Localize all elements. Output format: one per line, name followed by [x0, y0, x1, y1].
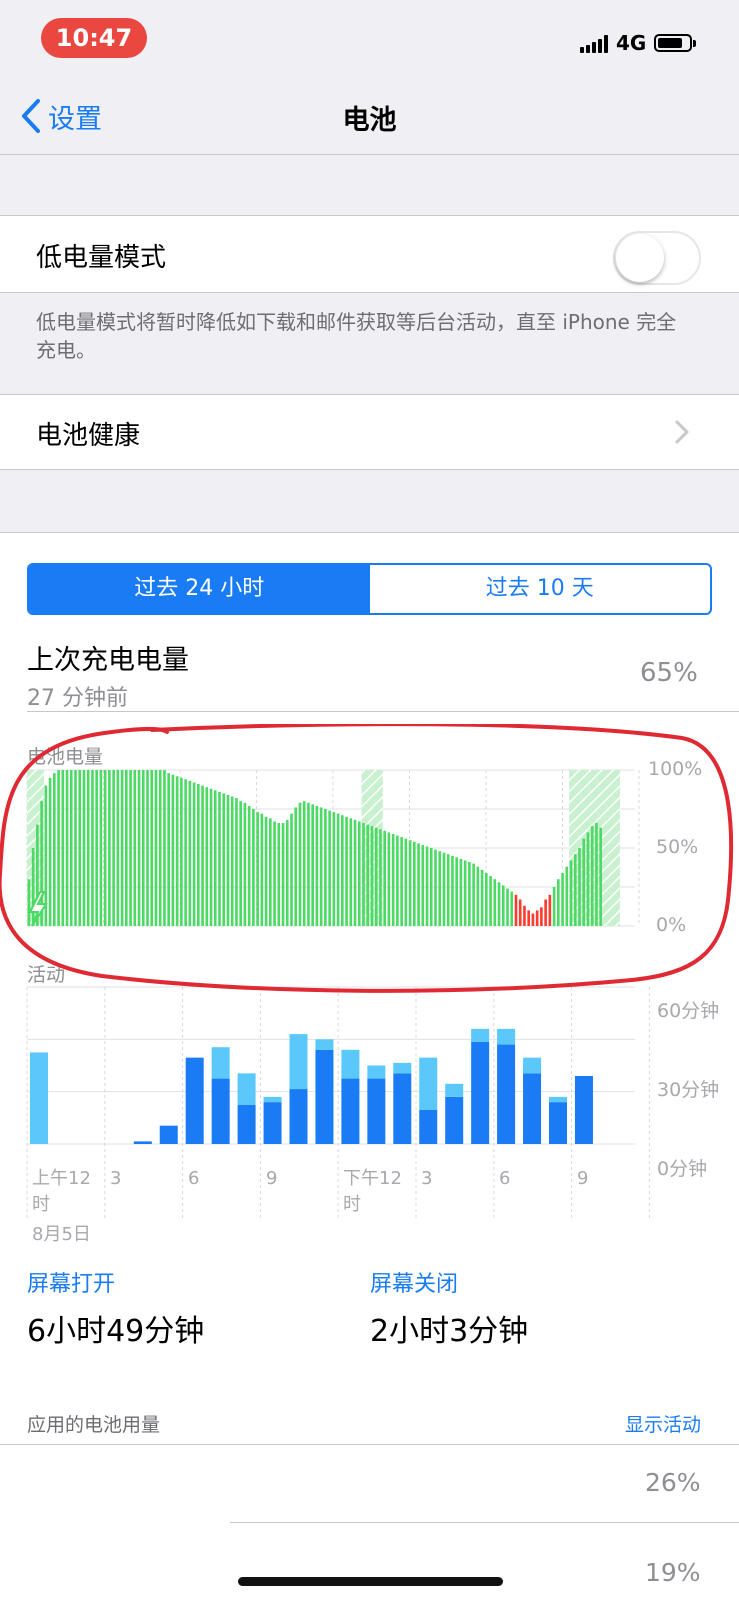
activity-bar-screen-off	[549, 1096, 567, 1103]
x-label-12am: 上午12时	[32, 1168, 91, 1215]
divider	[0, 469, 739, 470]
activity-bar-screen-on	[159, 1125, 178, 1144]
chevron-right-icon	[675, 420, 689, 444]
divider	[0, 292, 739, 293]
activity-bar-screen-off	[419, 1057, 438, 1110]
x-label-9pm: 9	[577, 1168, 589, 1189]
x-label-3am: 3	[110, 1168, 122, 1189]
activity-bar-screen-off	[341, 1049, 360, 1079]
activity-bar-screen-on	[523, 1073, 542, 1144]
cellular-signal-icon	[580, 33, 608, 53]
toggle-knob	[616, 234, 664, 282]
activity-bar-screen-on	[289, 1089, 308, 1144]
screen-off-value: 2小时3分钟	[370, 1314, 529, 1349]
activity-bar-screen-on	[471, 1041, 490, 1144]
activity-bar-screen-on	[419, 1109, 438, 1144]
battery-health-cell[interactable]: 电池健康	[0, 395, 739, 469]
x-label-3pm: 3	[421, 1168, 433, 1189]
screen-on-value: 6小时49分钟	[27, 1314, 205, 1349]
divider	[27, 711, 739, 712]
activity-bar-screen-off	[445, 1083, 464, 1097]
activity-bar-screen-on	[211, 1078, 230, 1144]
x-label-9am: 9	[266, 1168, 278, 1189]
battery-health-label: 电池健康	[36, 421, 141, 451]
activity-bar-screen-off	[471, 1028, 490, 1042]
activity-bar-screen-off	[367, 1065, 386, 1079]
screen-on-label: 屏幕打开	[27, 1272, 116, 1297]
tab-10-days[interactable]: 过去 10 天	[370, 565, 711, 613]
tab-24-hours[interactable]: 过去 24 小时	[29, 565, 370, 613]
activity-bar-screen-on	[549, 1102, 567, 1144]
activity-bar-screen-on	[445, 1096, 464, 1144]
x-label-6pm: 6	[499, 1168, 511, 1189]
activity-bar-screen-on	[315, 1049, 334, 1144]
low-power-note: 低电量模式将暂时降低如下载和邮件获取等后台活动，直至 iPhone 完全充电。	[36, 310, 677, 362]
battery-icon	[654, 34, 697, 52]
activity-bar-screen-on	[497, 1044, 516, 1144]
activity-y-label-60: 60分钟	[657, 1000, 720, 1022]
status-time: 10:47	[41, 18, 147, 58]
app-usage-row-1-value: 26%	[645, 1468, 701, 1497]
activity-y-label-0: 0分钟	[657, 1158, 708, 1180]
time-range-segmented-control: 过去 24 小时 过去 10 天	[27, 563, 712, 615]
activity-bar-screen-off	[497, 1028, 516, 1045]
screen-off-label: 屏幕关闭	[370, 1272, 459, 1297]
last-charge-value: 65%	[640, 658, 698, 688]
show-activity-button[interactable]: 显示活动	[625, 1410, 701, 1437]
activity-bar-screen-off	[237, 1073, 256, 1105]
activity-bar-screen-on	[185, 1057, 204, 1144]
activity-bar-screen-off	[263, 1096, 282, 1103]
nav-divider	[0, 154, 739, 155]
activity-bar-screen-on	[263, 1102, 282, 1144]
last-charge-label: 上次充电电量	[27, 645, 189, 676]
app-usage-label: 应用的电池用量	[27, 1414, 161, 1436]
low-power-label: 低电量模式	[36, 243, 167, 273]
activity-bar-screen-off	[393, 1062, 412, 1074]
app-usage-row-2-value: 19%	[645, 1558, 701, 1587]
divider	[0, 1444, 739, 1445]
page-title: 电池	[342, 105, 397, 136]
x-label-6am: 6	[188, 1168, 200, 1189]
activity-bar-screen-on	[367, 1078, 386, 1144]
activity-bar-screen-on	[393, 1073, 412, 1144]
activity-bar-screen-on	[341, 1078, 360, 1144]
highlight-annotation	[0, 724, 734, 993]
activity-bar-screen-off	[289, 1034, 308, 1090]
home-indicator[interactable]	[238, 1577, 503, 1586]
activity-bar-screen-off	[30, 1052, 48, 1144]
activity-y-label-30: 30分钟	[657, 1079, 720, 1101]
network-type: 4G	[616, 31, 647, 55]
low-power-toggle[interactable]	[613, 231, 701, 285]
activity-bar-screen-off	[211, 1047, 230, 1079]
status-indicators: 4G	[580, 30, 697, 56]
activity-bar-screen-on	[574, 1075, 593, 1144]
activity-bar-screen-off	[315, 1039, 334, 1050]
activity-bar-screen-off	[523, 1057, 542, 1074]
x-date-label: 8月5日	[32, 1224, 91, 1245]
activity-bar-screen-on	[237, 1104, 256, 1144]
last-charge-time: 27 分钟前	[27, 686, 128, 711]
low-power-cell: 低电量模式	[0, 216, 739, 292]
activity-bar-screen-on	[133, 1141, 152, 1144]
x-label-12pm: 下午12时	[343, 1168, 402, 1215]
divider	[230, 1522, 739, 1523]
